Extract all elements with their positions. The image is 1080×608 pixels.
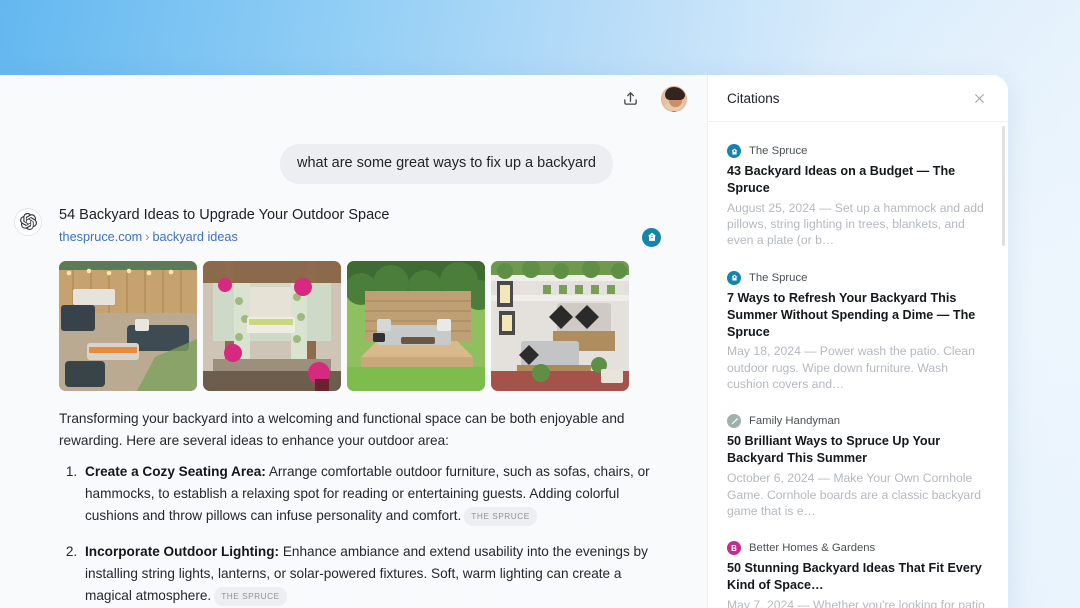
breadcrumb-separator: › bbox=[145, 230, 150, 245]
result-image-strip bbox=[59, 260, 661, 391]
result-thumbnail[interactable] bbox=[347, 260, 485, 391]
citation-snippet: October 6, 2024 — Make Your Own Cornhole… bbox=[727, 471, 982, 518]
better-homes-gardens-logo-icon: B bbox=[727, 541, 741, 556]
result-domain: thespruce.com bbox=[59, 230, 143, 245]
user-message-row: what are some great ways to fix up a bac… bbox=[0, 122, 707, 184]
citation-source: Family Handyman bbox=[727, 414, 986, 429]
citation-item[interactable]: B Better Homes & Gardens 50 Stunning Bac… bbox=[708, 531, 1008, 608]
result-thumbnail[interactable] bbox=[59, 260, 197, 391]
citation-snippet: May 18, 2024 — Power wash the patio. Cle… bbox=[727, 344, 975, 392]
conversation-pane: what are some great ways to fix up a bac… bbox=[0, 75, 707, 608]
citation-item[interactable]: Family Handyman 50 Brilliant Ways to Spr… bbox=[708, 404, 1008, 531]
citations-title: Citations bbox=[727, 90, 780, 106]
result-path: backyard ideas bbox=[152, 230, 238, 245]
answer-intro: Transforming your backyard into a welcom… bbox=[59, 410, 625, 448]
family-handyman-logo-icon bbox=[727, 414, 741, 429]
assistant-content: 54 Backyard Ideas to Upgrade Your Outdoo… bbox=[42, 206, 707, 608]
result-breadcrumb[interactable]: thespruce.com › backyard ideas bbox=[59, 230, 390, 244]
inline-citation-chip[interactable]: THE SPRUCE bbox=[464, 507, 537, 526]
list-item: Create a Cozy Seating Area: Arrange comf… bbox=[81, 461, 661, 527]
citation-source: The Spruce bbox=[727, 270, 986, 285]
citation-item[interactable]: The Spruce 43 Backyard Ideas on a Budget… bbox=[708, 134, 1008, 261]
citations-scrollbar[interactable] bbox=[1002, 126, 1005, 246]
conversation-topbar bbox=[0, 75, 707, 122]
close-icon[interactable] bbox=[969, 88, 989, 108]
result-thumbnail[interactable] bbox=[203, 260, 341, 391]
citation-source: The Spruce bbox=[727, 144, 986, 158]
citation-source-name: Better Homes & Gardens bbox=[749, 542, 876, 555]
citation-source-name: Family Handyman bbox=[749, 415, 841, 428]
citation-title: 7 Ways to Refresh Your Backyard This Sum… bbox=[727, 290, 976, 339]
citation-title: 43 Backyard Ideas on a Budget — The Spru… bbox=[727, 164, 956, 195]
assistant-answer-body: Transforming your backyard into a welcom… bbox=[59, 408, 661, 608]
citation-snippet: August 25, 2024 — Set up a hammock and a… bbox=[727, 200, 984, 248]
list-item-heading: Incorporate Outdoor Lighting: bbox=[85, 543, 280, 559]
chatgpt-logo-icon bbox=[14, 207, 42, 236]
the-spruce-logo-icon bbox=[642, 227, 661, 247]
citation-source-name: The Spruce bbox=[749, 271, 808, 284]
app-window: what are some great ways to fix up a bac… bbox=[0, 75, 1008, 608]
search-result-text: 54 Backyard Ideas to Upgrade Your Outdoo… bbox=[59, 206, 390, 245]
share-icon[interactable] bbox=[617, 86, 643, 112]
list-item-heading: Create a Cozy Seating Area: bbox=[85, 463, 266, 479]
avatar-hair bbox=[665, 86, 685, 100]
citation-item[interactable]: The Spruce 7 Ways to Refresh Your Backya… bbox=[708, 261, 1008, 405]
avatar[interactable] bbox=[661, 85, 687, 112]
user-message-bubble: what are some great ways to fix up a bac… bbox=[279, 144, 613, 184]
the-spruce-logo-icon bbox=[727, 144, 741, 158]
citations-list[interactable]: The Spruce 43 Backyard Ideas on a Budget… bbox=[708, 122, 1008, 608]
list-item: Incorporate Outdoor Lighting: Enhance am… bbox=[81, 541, 661, 607]
citation-title: 50 Brilliant Ways to Spruce Up Your Back… bbox=[727, 434, 941, 466]
citation-source-name: The Spruce bbox=[749, 145, 808, 157]
inline-citation-chip[interactable]: THE SPRUCE bbox=[214, 587, 287, 606]
citation-source: B Better Homes & Gardens bbox=[727, 541, 986, 556]
assistant-message: 54 Backyard Ideas to Upgrade Your Outdoo… bbox=[0, 184, 707, 608]
answer-list: Create a Cozy Seating Area: Arrange comf… bbox=[59, 461, 661, 608]
result-title[interactable]: 54 Backyard Ideas to Upgrade Your Outdoo… bbox=[59, 206, 390, 226]
citation-title: 50 Stunning Backyard Ideas That Fit Ever… bbox=[727, 561, 982, 593]
citations-header: Citations bbox=[708, 75, 1008, 122]
search-result-header: 54 Backyard Ideas to Upgrade Your Outdoo… bbox=[59, 206, 661, 247]
result-thumbnail[interactable] bbox=[491, 260, 629, 391]
the-spruce-logo-icon bbox=[727, 270, 741, 285]
citations-panel: Citations The Spruce 43 Backyard Ideas o… bbox=[707, 75, 1008, 608]
citation-snippet: May 7, 2024 — Whether you're looking for… bbox=[727, 597, 985, 608]
